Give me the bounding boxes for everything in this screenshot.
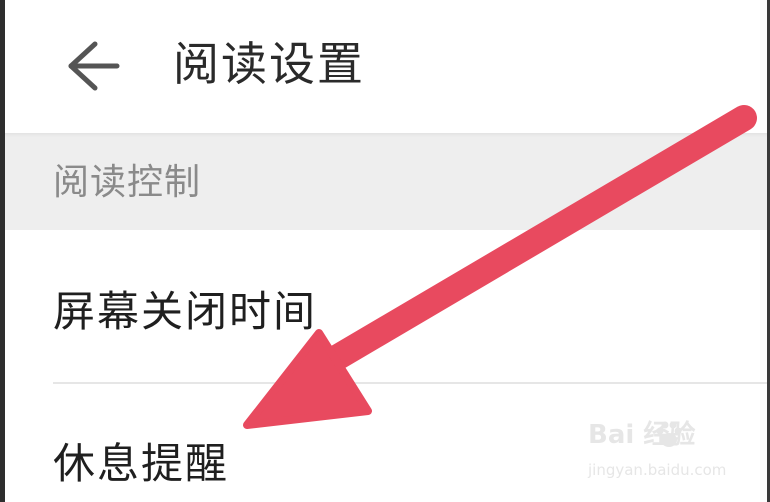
back-button[interactable]: [55, 36, 131, 96]
arrow-left-icon: [68, 41, 120, 91]
baidu-jingyan-watermark: Bai 经验 jingyan.baidu.com: [588, 418, 738, 490]
reading-settings-screen: 阅读设置 阅读控制 屏幕关闭时间 休息提醒 Bai 经验 jingyan.bai…: [0, 0, 770, 502]
list-item-label: 屏幕关闭时间: [53, 287, 318, 336]
watermark-url: jingyan.baidu.com: [588, 461, 727, 479]
app-header: 阅读设置: [5, 0, 767, 133]
page-title: 阅读设置: [173, 37, 365, 91]
section-label: 阅读控制: [53, 162, 202, 203]
list-item-label: 休息提醒: [53, 439, 230, 488]
section-header: 阅读控制: [5, 137, 767, 230]
list-item-screen-timeout[interactable]: 屏幕关闭时间: [5, 230, 767, 382]
baidu-paw-icon: [656, 421, 682, 447]
